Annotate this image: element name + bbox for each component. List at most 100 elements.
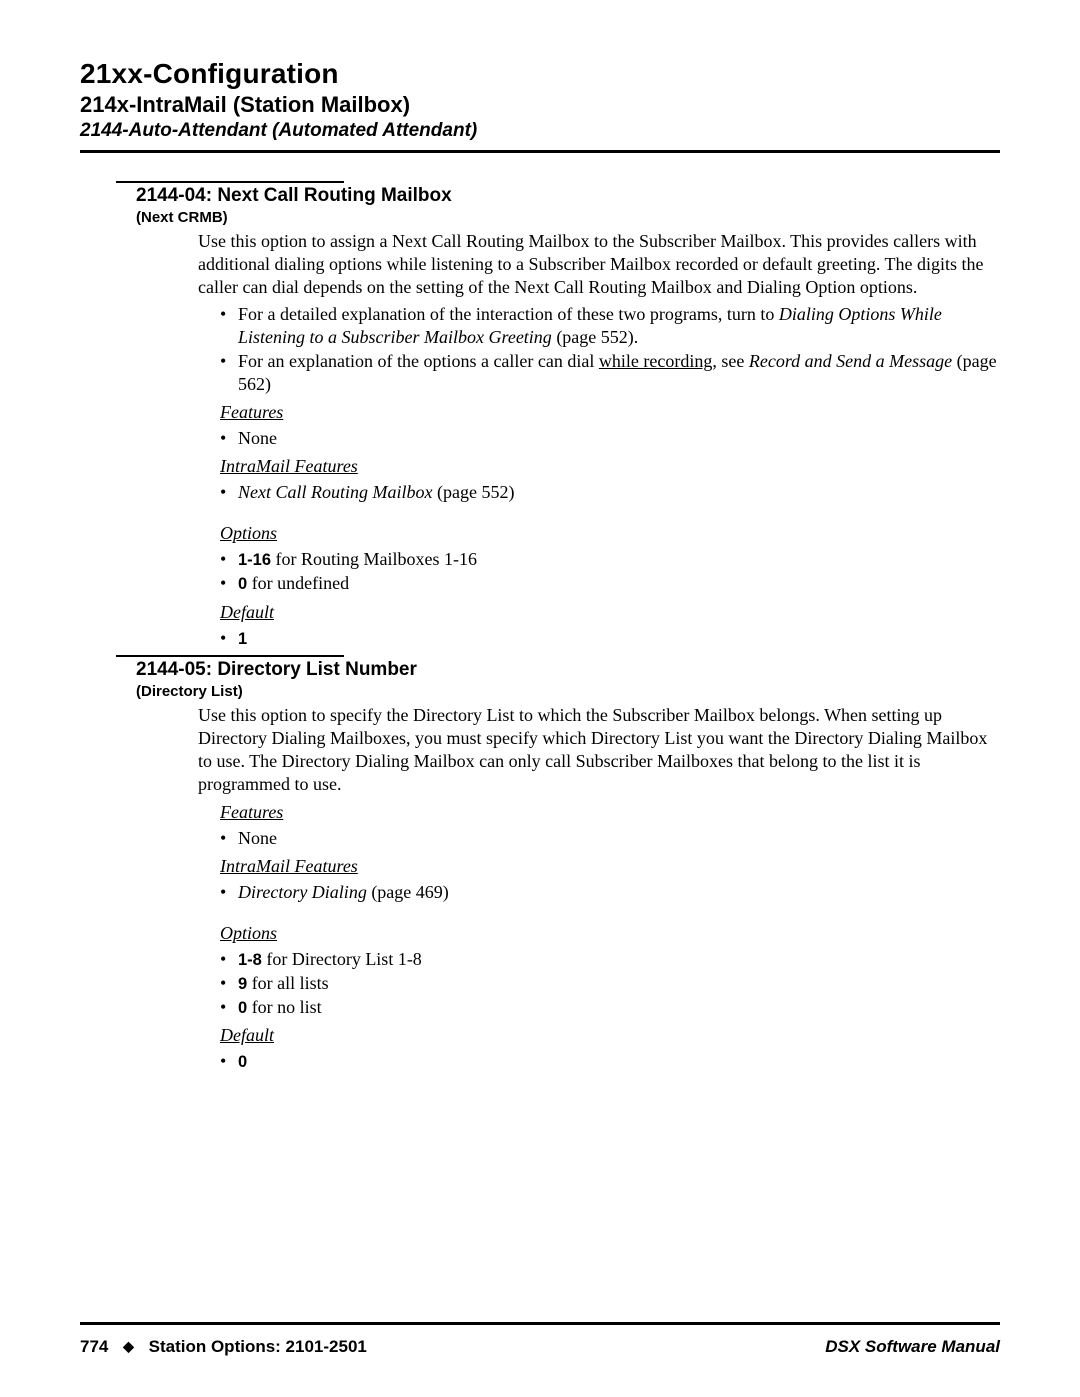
list-item: • 1-8 for Directory List 1-8	[220, 948, 1000, 971]
options-heading: Options	[220, 923, 1000, 944]
list-item: • 1	[220, 627, 1000, 650]
text-run-bold: 9	[238, 975, 247, 993]
features-heading: Features	[220, 402, 1000, 423]
default-heading: Default	[220, 1025, 1000, 1046]
detail-bullets: • For a detailed explanation of the inte…	[220, 303, 1000, 396]
text-run: for no list	[247, 997, 322, 1017]
text-run-bold: 1	[238, 630, 247, 648]
list-item-text: None	[238, 827, 1000, 850]
page-header: 21xx-Configuration 214x-IntraMail (Stati…	[80, 58, 1000, 142]
bullet-icon: •	[220, 881, 238, 904]
list-item: • 1-16 for Routing Mailboxes 1-16	[220, 548, 1000, 571]
intramail-heading: IntraMail Features	[220, 456, 1000, 477]
list-item-text: 0	[238, 1050, 1000, 1073]
bullet-icon: •	[220, 303, 238, 349]
default-heading: Default	[220, 602, 1000, 623]
text-run-bold: 1-8	[238, 951, 262, 969]
bullet-icon: •	[220, 996, 238, 1019]
page-number: 774	[80, 1337, 108, 1356]
section-rule	[116, 655, 344, 657]
options-link[interactable]: Options	[220, 523, 277, 543]
bullet-icon: •	[220, 972, 238, 995]
header-h3: 2144-Auto-Attendant (Automated Attendant…	[80, 120, 1000, 142]
list-item: • 0 for undefined	[220, 572, 1000, 595]
bullet-icon: •	[220, 427, 238, 450]
text-run-bold: 0	[238, 575, 247, 593]
header-rule	[80, 150, 1000, 153]
section-subtitle: (Next CRMB)	[136, 209, 1000, 226]
bullet-icon: •	[220, 827, 238, 850]
list-item-text: Directory Dialing (page 469)	[238, 881, 1000, 904]
default-list: • 1	[220, 627, 1000, 650]
footer-rule	[80, 1322, 1000, 1325]
intramail-list: • Next Call Routing Mailbox (page 552)	[220, 481, 1000, 504]
text-run: for undefined	[247, 573, 349, 593]
list-item-text: None	[238, 427, 1000, 450]
default-list: • 0	[220, 1050, 1000, 1073]
header-h2: 214x-IntraMail (Station Mailbox)	[80, 92, 1000, 118]
intramail-link[interactable]: IntraMail Features	[220, 856, 358, 876]
list-item: • Next Call Routing Mailbox (page 552)	[220, 481, 1000, 504]
section-paragraph: Use this option to specify the Directory…	[198, 704, 1000, 796]
list-item-text: Next Call Routing Mailbox (page 552)	[238, 481, 1000, 504]
list-item-text: 1-16 for Routing Mailboxes 1-16	[238, 548, 1000, 571]
text-run: (page 552)	[432, 482, 514, 502]
list-item: • 0	[220, 1050, 1000, 1073]
list-item: • For a detailed explanation of the inte…	[220, 303, 1000, 349]
text-run: , see	[712, 351, 748, 371]
options-link[interactable]: Options	[220, 923, 277, 943]
bullet-icon: •	[220, 948, 238, 971]
text-run: for Routing Mailboxes 1-16	[271, 549, 477, 569]
text-run-bold: 1-16	[238, 551, 271, 569]
list-item: • 0 for no list	[220, 996, 1000, 1019]
section-subtitle: (Directory List)	[136, 683, 1000, 700]
text-run: For an explanation of the options a call…	[238, 351, 599, 371]
intramail-heading: IntraMail Features	[220, 856, 1000, 877]
features-list: • None	[220, 827, 1000, 850]
list-item-text: 1	[238, 627, 1000, 650]
features-link[interactable]: Features	[220, 802, 283, 822]
text-run-italic: Next Call Routing Mailbox	[238, 482, 432, 502]
list-item-text: 1-8 for Directory List 1-8	[238, 948, 1000, 971]
list-item: • 9 for all lists	[220, 972, 1000, 995]
list-item-text: For an explanation of the options a call…	[238, 350, 1000, 396]
footer-section: Station Options: 2101-2501	[149, 1337, 367, 1356]
bullet-icon: •	[220, 627, 238, 650]
features-list: • None	[220, 427, 1000, 450]
page: 21xx-Configuration 214x-IntraMail (Stati…	[0, 0, 1080, 1397]
text-run: (page 552).	[552, 327, 638, 347]
text-run-bold: 0	[238, 999, 247, 1017]
options-list: • 1-8 for Directory List 1-8 • 9 for all…	[220, 948, 1000, 1019]
default-link[interactable]: Default	[220, 602, 274, 622]
text-run-italic: Record and Send a Message	[749, 351, 952, 371]
text-run: for Directory List 1-8	[262, 949, 422, 969]
intramail-link[interactable]: IntraMail Features	[220, 456, 358, 476]
text-run: For a detailed explanation of the intera…	[238, 304, 779, 324]
bullet-icon: •	[220, 572, 238, 595]
bullet-icon: •	[220, 1050, 238, 1073]
text-run-underline: while recording	[599, 351, 712, 371]
intramail-list: • Directory Dialing (page 469)	[220, 881, 1000, 904]
list-item: • Directory Dialing (page 469)	[220, 881, 1000, 904]
text-run-italic: Directory Dialing	[238, 882, 367, 902]
section-rule	[116, 181, 344, 183]
footer-left: 774 ◆ Station Options: 2101-2501	[80, 1337, 367, 1357]
list-item-text: 0 for undefined	[238, 572, 1000, 595]
page-footer: 774 ◆ Station Options: 2101-2501 DSX Sof…	[80, 1337, 1000, 1357]
diamond-icon: ◆	[123, 1338, 134, 1355]
features-link[interactable]: Features	[220, 402, 283, 422]
text-run-bold: 0	[238, 1053, 247, 1071]
default-link[interactable]: Default	[220, 1025, 274, 1045]
text-run: for all lists	[247, 973, 329, 993]
list-item-text: 9 for all lists	[238, 972, 1000, 995]
section-paragraph: Use this option to assign a Next Call Ro…	[198, 230, 1000, 299]
bullet-icon: •	[220, 481, 238, 504]
options-list: • 1-16 for Routing Mailboxes 1-16 • 0 fo…	[220, 548, 1000, 595]
bullet-icon: •	[220, 350, 238, 396]
bullet-icon: •	[220, 548, 238, 571]
section-title: 2144-05: Directory List Number	[136, 659, 1000, 681]
text-run: (page 469)	[367, 882, 449, 902]
features-heading: Features	[220, 802, 1000, 823]
header-h1: 21xx-Configuration	[80, 58, 1000, 90]
list-item: • For an explanation of the options a ca…	[220, 350, 1000, 396]
